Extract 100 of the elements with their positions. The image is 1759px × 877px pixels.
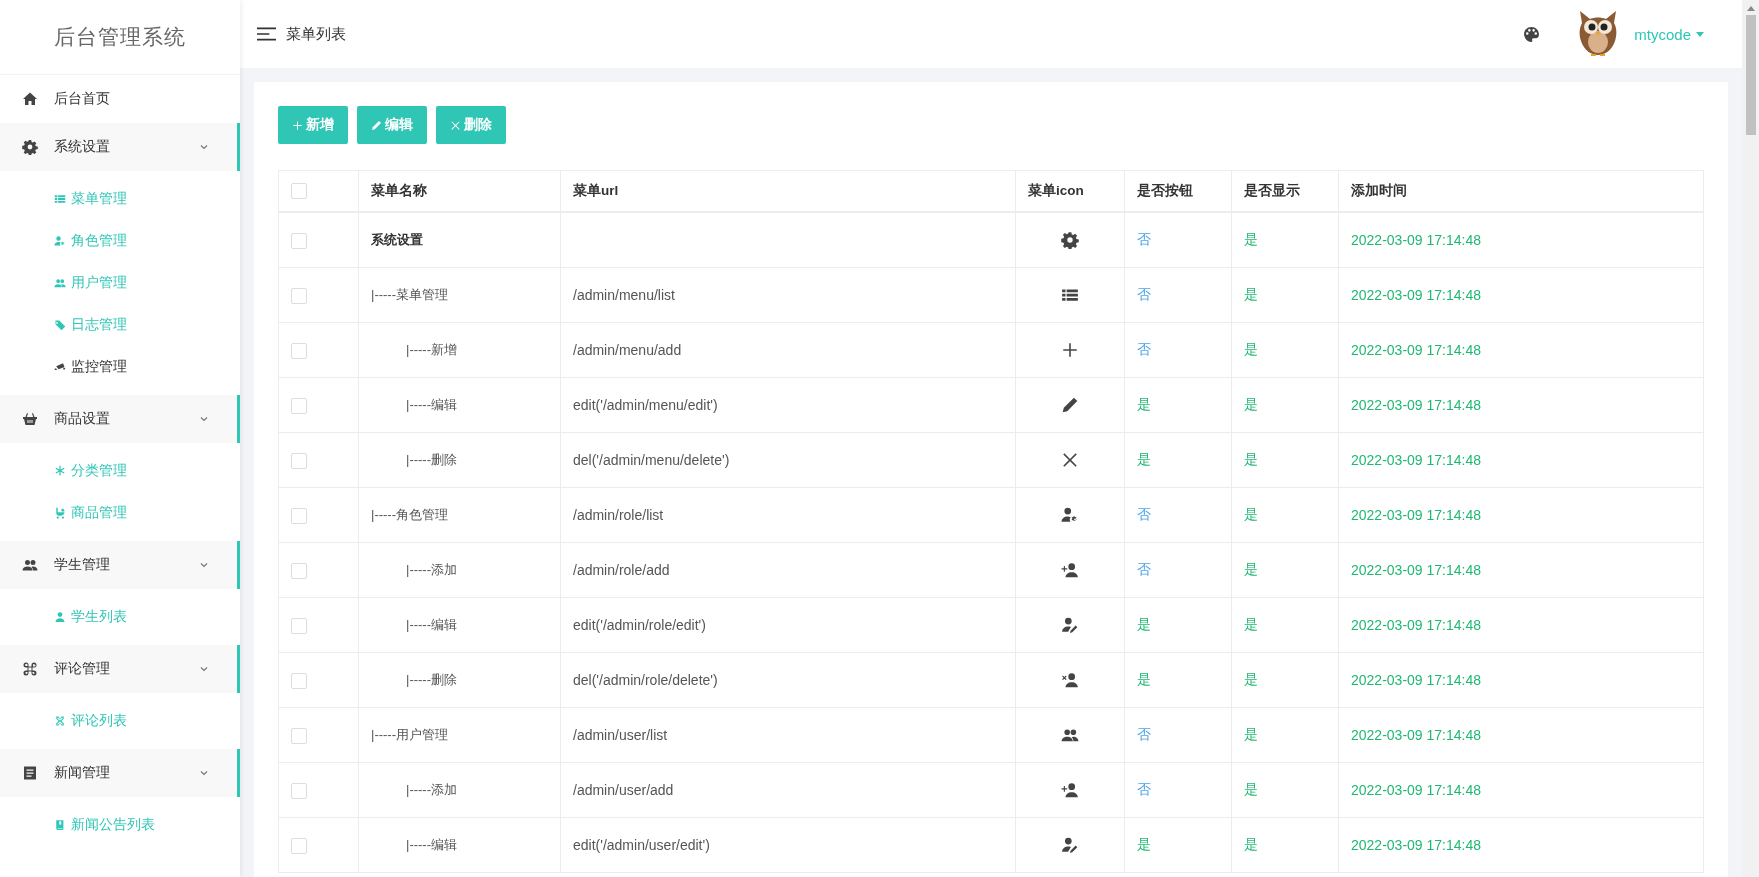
menu-icon[interactable] — [257, 27, 276, 41]
table-cell: /admin/menu/add — [560, 322, 1016, 378]
nav-group[interactable]: 新闻管理 — [0, 749, 240, 797]
table-cell: 是 — [1231, 267, 1339, 323]
basket-icon — [22, 411, 38, 427]
checkbox[interactable] — [291, 507, 307, 524]
table-cell: |-----菜单管理 — [358, 267, 561, 323]
table-cell: 是 — [1231, 707, 1339, 763]
table-cell: 是 — [1231, 597, 1339, 653]
book-icon — [54, 819, 66, 831]
nav-group[interactable]: 评论管理 — [0, 645, 240, 693]
column-header: 是否按钮 — [1124, 170, 1232, 212]
user-pen-icon — [1061, 836, 1079, 855]
table-cell: 2022-03-09 17:14:48 — [1338, 212, 1704, 268]
camera-icon — [54, 361, 66, 373]
checkbox[interactable] — [291, 837, 307, 854]
table-cell: /admin/role/add — [560, 542, 1016, 598]
table-cell: /admin/user/list — [560, 707, 1016, 763]
table-cell: |-----角色管理 — [358, 487, 561, 543]
nav-subitem[interactable]: 分类管理 — [0, 450, 240, 492]
pencil-icon — [1061, 396, 1079, 415]
x-icon — [450, 119, 461, 131]
column-header: 菜单url — [560, 170, 1016, 212]
table-cell: /admin/menu/list — [560, 267, 1016, 323]
users-icon — [22, 557, 38, 573]
checkbox[interactable] — [291, 397, 307, 414]
checkbox[interactable] — [291, 342, 307, 359]
list-icon — [54, 193, 66, 205]
table-cell: 否 — [1124, 487, 1232, 543]
palette-icon[interactable] — [1523, 25, 1541, 43]
asterisk-icon — [54, 465, 66, 477]
checkbox[interactable] — [291, 183, 307, 200]
column-header: 菜单名称 — [358, 170, 561, 212]
user-plus-icon — [1061, 561, 1079, 580]
nav-group[interactable]: 学生管理 — [0, 541, 240, 589]
checkbox[interactable] — [291, 287, 307, 304]
chevron-down-icon — [199, 768, 209, 778]
checkbox[interactable] — [291, 727, 307, 744]
nav-subitem[interactable]: 商品管理 — [0, 492, 240, 534]
column-header: 添加时间 — [1338, 170, 1704, 212]
column-header: 是否显示 — [1231, 170, 1339, 212]
checkbox[interactable] — [291, 452, 307, 469]
nav-subitem[interactable]: 用户管理 — [0, 262, 240, 304]
nav-item[interactable]: 后台首页 — [0, 75, 240, 123]
checkbox[interactable] — [291, 782, 307, 799]
table-cell: 是 — [1231, 432, 1339, 488]
nav-subitem[interactable]: 监控管理 — [0, 346, 240, 388]
nav-subitem[interactable]: 日志管理 — [0, 304, 240, 346]
table-cell: |-----新增 — [358, 322, 561, 378]
table-cell: 2022-03-09 17:14:48 — [1338, 652, 1704, 708]
table-cell: |-----编辑 — [358, 377, 561, 433]
table-cell: |-----用户管理 — [358, 707, 561, 763]
table-cell: 否 — [1124, 762, 1232, 818]
nav-subitem[interactable]: 新闻公告列表 — [0, 804, 240, 846]
table-cell: 系统设置 — [358, 212, 561, 268]
checkbox[interactable] — [291, 672, 307, 689]
table-cell: |-----编辑 — [358, 597, 561, 653]
table-cell: 2022-03-09 17:14:48 — [1338, 817, 1704, 873]
checkbox[interactable] — [291, 232, 307, 249]
tags-icon — [54, 319, 66, 331]
toolbar-button[interactable]: 编辑 — [357, 106, 427, 144]
scrollbar-thumb[interactable] — [1745, 15, 1756, 135]
checkbox[interactable] — [291, 617, 307, 634]
table-cell: 是 — [1231, 817, 1339, 873]
home-icon — [22, 91, 38, 107]
nav-group[interactable]: 商品设置 — [0, 395, 240, 443]
table-cell: 是 — [1231, 377, 1339, 433]
checkbox[interactable] — [291, 562, 307, 579]
nav-subitem[interactable]: 角色管理 — [0, 220, 240, 262]
scroll-up-icon[interactable] — [1746, 6, 1755, 11]
users-icon — [54, 277, 66, 289]
table-cell: del('/admin/role/delete') — [560, 652, 1016, 708]
toolbar-button[interactable]: 新增 — [278, 106, 348, 144]
scrollbar[interactable] — [1742, 0, 1759, 877]
pencil-icon — [371, 119, 382, 131]
page-title: 菜单列表 — [286, 24, 346, 44]
table-cell: 是 — [1231, 212, 1339, 268]
table-cell: 2022-03-09 17:14:48 — [1338, 762, 1704, 818]
table-cell: 是 — [1124, 817, 1232, 873]
table-cell: |-----添加 — [358, 762, 561, 818]
table-cell: /admin/role/list — [560, 487, 1016, 543]
nav-subitem[interactable]: 学生列表 — [0, 596, 240, 638]
nav-subitem[interactable]: 菜单管理 — [0, 178, 240, 220]
user-menu[interactable]: mtycode — [1634, 25, 1704, 43]
x-icon — [1061, 451, 1079, 470]
chevron-down-icon — [199, 142, 209, 152]
table-cell: |-----删除 — [358, 432, 561, 488]
table-cell: 是 — [1231, 542, 1339, 598]
toolbar-button[interactable]: 删除 — [436, 106, 506, 144]
document-icon — [22, 765, 38, 781]
table-cell: 2022-03-09 17:14:48 — [1338, 322, 1704, 378]
nav-subitem[interactable]: 评论列表 — [0, 700, 240, 742]
user-x-icon — [1061, 671, 1079, 690]
table-cell: edit('/admin/user/edit') — [560, 817, 1016, 873]
chevron-down-icon — [199, 560, 209, 570]
nav-group[interactable]: 系统设置 — [0, 123, 240, 171]
table-cell: del('/admin/menu/delete') — [560, 432, 1016, 488]
table-cell: 否 — [1124, 707, 1232, 763]
table-cell: 是 — [1231, 487, 1339, 543]
chevron-down-icon — [199, 414, 209, 424]
